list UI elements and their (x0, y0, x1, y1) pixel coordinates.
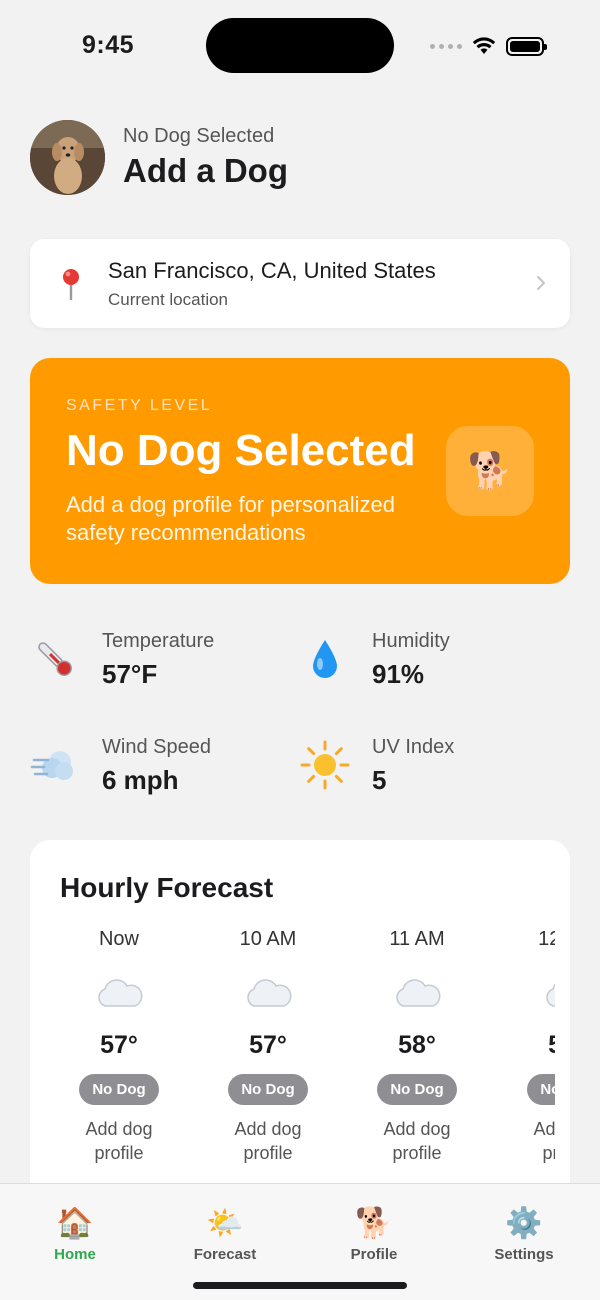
tab-settings[interactable]: ⚙️ Settings (469, 1206, 579, 1263)
metric-value: 6 mph (102, 765, 179, 795)
sun-icon (300, 740, 350, 790)
home-indicator[interactable] (193, 1282, 407, 1289)
hour-temp: 57° (249, 1031, 287, 1059)
dog-icon: 🐕 (355, 1207, 393, 1240)
hour-safety-badge: No Dog (79, 1074, 159, 1105)
safety-level-title: No Dog Selected (66, 426, 416, 475)
location-name: San Francisco, CA, United States (108, 258, 436, 283)
cloud-icon (396, 979, 441, 1007)
hour-time: 12 PM (538, 928, 555, 950)
tab-label: Profile (350, 1246, 398, 1263)
location-card[interactable]: San Francisco, CA, United States Current… (30, 239, 570, 328)
metric-value: 91% (372, 659, 425, 689)
header-title[interactable]: Add a Dog (123, 152, 288, 190)
hour-item[interactable]: 11 AM 58° No Dog Add dog profile (357, 928, 477, 1165)
wifi-icon (472, 37, 496, 54)
tab-label: Settings (494, 1246, 554, 1263)
hour-note: Add dog profile (383, 1119, 451, 1163)
cloud-icon (98, 979, 143, 1007)
location-subtitle: Current location (108, 290, 229, 309)
metric-value: 5 (372, 765, 387, 795)
metric-wind-speed: Wind Speed 6 mph (30, 736, 280, 806)
hour-time: 11 AM (389, 928, 445, 950)
hourly-forecast-title: Hourly Forecast (60, 872, 274, 903)
tab-label: Home (54, 1246, 96, 1263)
hour-item[interactable]: 12 PM 59° No Dog Add dog profile (507, 928, 555, 1165)
dog-avatar[interactable] (30, 120, 105, 195)
status-icons (430, 34, 547, 58)
wind-icon (30, 740, 80, 790)
hour-safety-badge: No Dog (228, 1074, 308, 1105)
battery-icon (506, 36, 547, 56)
dog-header[interactable]: No Dog Selected Add a Dog (30, 120, 288, 195)
status-time: 9:45 (82, 31, 135, 59)
tab-label: Forecast (193, 1246, 257, 1263)
dog-badge-icon: 🐕 (446, 426, 534, 516)
hour-temp: 59° (507, 1031, 555, 1060)
thermometer-icon (30, 634, 80, 684)
metric-label: Wind Speed (102, 736, 211, 758)
dog-photo-icon (30, 120, 105, 195)
metric-label: Temperature (102, 630, 215, 652)
metric-uv-index: UV Index 5 (300, 736, 550, 806)
dynamic-island (206, 18, 394, 73)
gear-icon: ⚙️ (505, 1207, 543, 1240)
hour-note: Add dog profile (234, 1119, 302, 1163)
header-subtitle: No Dog Selected (123, 125, 275, 147)
cloud-icon (247, 979, 292, 1007)
hour-temp: 58° (398, 1031, 436, 1059)
signal-icon (430, 43, 462, 49)
header-text: No Dog Selected Add a Dog (123, 125, 288, 190)
metric-humidity: Humidity 91% (300, 630, 550, 700)
hour-item[interactable]: 10 AM 57° No Dog Add dog profile (208, 928, 328, 1165)
sun-behind-cloud-icon: 🌤️ (206, 1207, 244, 1240)
hour-note: Add dog profile (85, 1119, 153, 1163)
safety-level-card[interactable]: SAFETY LEVEL No Dog Selected Add a dog p… (30, 358, 570, 584)
safety-level-label: SAFETY LEVEL (66, 397, 213, 414)
hour-safety-badge: No Dog (527, 1074, 555, 1105)
metric-temperature: Temperature 57°F (30, 630, 280, 700)
home-icon: 🏠 (56, 1207, 94, 1240)
water-drop-icon (300, 634, 350, 684)
hour-note: Add dog profile (533, 1119, 555, 1163)
hour-item[interactable]: Now 57° No Dog Add dog profile (59, 928, 179, 1165)
safety-level-description: Add a dog profile for personalized safet… (66, 492, 395, 545)
cloud-icon (546, 983, 555, 1007)
hourly-forecast-scroller[interactable]: Now 57° No Dog Add dog profile 10 AM 57°… (45, 928, 555, 1188)
metric-label: Humidity (372, 630, 450, 652)
metric-label: UV Index (372, 736, 455, 758)
pin-icon (63, 269, 79, 300)
status-bar: 9:45 (0, 0, 600, 90)
tab-profile[interactable]: 🐕 Profile (319, 1206, 429, 1263)
hour-time: Now (98, 928, 139, 950)
tab-home[interactable]: 🏠 Home (20, 1206, 130, 1263)
chevron-right-icon (537, 276, 545, 290)
hour-safety-badge: No Dog (377, 1074, 457, 1105)
tab-forecast[interactable]: 🌤️ Forecast (170, 1206, 280, 1263)
hour-time: 10 AM (239, 928, 297, 950)
metric-value: 57°F (102, 659, 158, 689)
hourly-forecast-card: Hourly Forecast Now 57° No Dog Add dog p… (30, 840, 570, 1220)
hour-temp: 57° (100, 1031, 138, 1059)
